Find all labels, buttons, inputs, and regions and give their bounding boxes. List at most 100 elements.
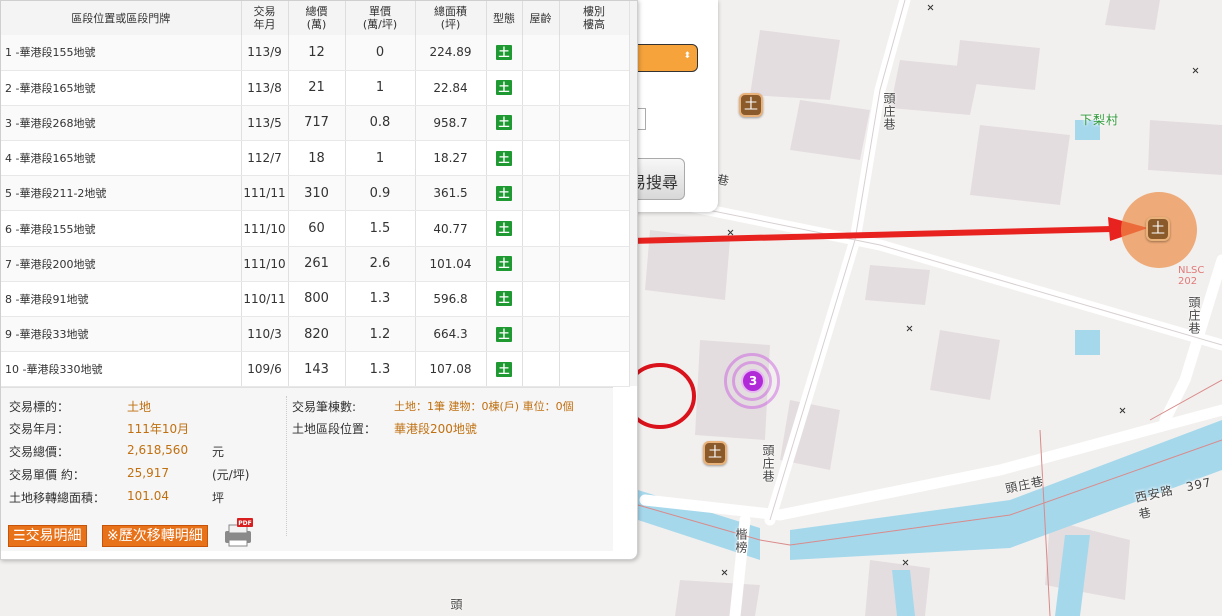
cell-date: 110/11 — [241, 281, 289, 318]
header-date[interactable]: 交易 年月 — [241, 1, 289, 35]
transaction-detail: 交易標的： 土地 交易年月： 111年10月 交易總價： 2,618,560 元… — [1, 387, 613, 551]
table-row[interactable]: 8 -華港段91地號 110/11 800 1.3 596.8 土 — [1, 281, 630, 318]
table-scrollbar[interactable] — [629, 1, 637, 386]
cell-address: 1 -華港段155地號 — [1, 35, 242, 71]
cell-type: 土 — [486, 105, 523, 142]
detail-target-label: 交易標的： — [9, 400, 70, 414]
pdf-label: PDF — [238, 520, 251, 527]
header-address[interactable]: 區段位置或區段門牌 — [1, 1, 242, 35]
land-type-icon: 土 — [496, 185, 512, 201]
table-row[interactable]: 5 -華港段211-2地號 111/11 310 0.9 361.5 土 — [1, 175, 630, 212]
header-floor[interactable]: 樓別 樓高 — [559, 1, 630, 35]
cell-age — [522, 210, 560, 247]
detail-count-label: 交易筆棟數: — [292, 400, 357, 414]
cell-type: 土 — [486, 351, 523, 388]
land-type-icon: 土 — [496, 150, 512, 166]
cell-unit-price: 0 — [345, 35, 416, 71]
table-row[interactable]: 2 -華港段165地號 113/8 21 1 22.84 土 — [1, 70, 630, 106]
printer-icon: PDF — [225, 518, 253, 547]
cell-date: 110/3 — [241, 316, 289, 353]
cell-floor — [559, 175, 630, 212]
cluster-count: 3 — [741, 369, 765, 393]
cell-age — [522, 70, 560, 106]
village-label: 下梨村 — [1080, 113, 1120, 127]
select-arrow-icon: ⬍ — [683, 51, 691, 61]
cell-floor — [559, 246, 630, 282]
detail-area-unit: 坪 — [212, 491, 225, 505]
cell-unit-price: 1 — [345, 140, 416, 177]
cell-address: 10 -華港段330地號 — [1, 351, 242, 388]
header-unit[interactable]: 單價 (萬/坪) — [345, 1, 416, 35]
detail-date-value: 111年10月 — [127, 422, 190, 436]
land-type-icon: 土 — [496, 361, 512, 377]
cell-total-price: 261 — [288, 246, 346, 282]
cell-unit-price: 1.3 — [345, 281, 416, 318]
detail-unit-label: 交易單價 約： — [9, 468, 85, 482]
cell-type: 土 — [486, 316, 523, 353]
cell-total-price: 18 — [288, 140, 346, 177]
cell-type: 土 — [486, 281, 523, 318]
cell-unit-price: 1.3 — [345, 351, 416, 388]
header-area[interactable]: 總面積 (坪) — [415, 1, 487, 35]
print-pdf-button[interactable]: PDF — [221, 518, 255, 548]
cell-date: 113/8 — [241, 70, 289, 106]
table-row[interactable]: 10 -華港段330地號 109/6 143 1.3 107.08 土 — [1, 351, 630, 388]
transaction-table: 區段位置或區段門牌 交易 年月 總價 (萬) 單價 (萬/坪) 總面積 (坪) 型態 屋齡樓… — [1, 1, 630, 388]
list-icon: ☰ — [13, 528, 26, 544]
cell-floor — [559, 316, 630, 353]
cell-total-price: 60 — [288, 210, 346, 247]
table-row-selected[interactable]: 7 -華港段200地號 111/10 261 2.6 101.04 土 — [1, 246, 630, 282]
transaction-detail-button[interactable]: ☰交易明細 — [8, 525, 87, 547]
table-row[interactable]: 1 -華港段155地號 113/9 12 0 224.89 土 — [1, 35, 630, 71]
cell-total-price: 310 — [288, 175, 346, 212]
cell-unit-price: 0.8 — [345, 105, 416, 142]
transaction-detail-button-label: 交易明細 — [25, 528, 82, 544]
detail-total-value: 2,618,560 — [127, 443, 189, 457]
detail-area-value: 101.04 — [127, 489, 169, 503]
cell-floor — [559, 70, 630, 106]
table-row[interactable]: 4 -華港段165地號 112/7 18 1 18.27 土 — [1, 140, 630, 177]
cell-address: 7 -華港段200地號 — [1, 246, 242, 282]
table-header: 區段位置或區段門牌 交易 年月 總價 (萬) 單價 (萬/坪) 總面積 (坪) 型態 屋齡樓… — [1, 1, 630, 35]
land-marker-selected[interactable]: 土 — [1146, 217, 1170, 241]
header-age[interactable]: 屋齡 — [522, 1, 560, 35]
road-label-tou: 頭 — [449, 598, 463, 611]
cell-date: 113/9 — [241, 35, 289, 71]
cell-total-price: 820 — [288, 316, 346, 353]
cell-area: 361.5 — [415, 175, 487, 212]
cell-address: 6 -華港段155地號 — [1, 210, 242, 247]
cell-date: 111/11 — [241, 175, 289, 212]
land-type-icon: 土 — [496, 326, 512, 342]
cell-address: 4 -華港段165地號 — [1, 140, 242, 177]
cell-area: 107.08 — [415, 351, 487, 388]
cell-date: 112/7 — [241, 140, 289, 177]
table-row[interactable]: 6 -華港段155地號 111/10 60 1.5 40.77 土 — [1, 210, 630, 247]
cell-area: 18.27 — [415, 140, 487, 177]
cell-floor — [559, 281, 630, 318]
land-type-icon: 土 — [496, 256, 512, 272]
cell-address: 2 -華港段165地號 — [1, 70, 242, 106]
cell-floor — [559, 210, 630, 247]
cell-area: 664.3 — [415, 316, 487, 353]
detail-date-label: 交易年月： — [9, 422, 70, 436]
cell-area: 40.77 — [415, 210, 487, 247]
land-marker[interactable]: 土 — [739, 93, 763, 117]
road-label-jie: 楷榜 — [734, 528, 748, 554]
land-type-icon: 土 — [496, 115, 512, 131]
detail-total-unit: 元 — [212, 445, 225, 459]
header-type[interactable]: 型態 — [486, 1, 523, 35]
cluster-marker[interactable]: 3 — [724, 353, 780, 409]
cell-type: 土 — [486, 246, 523, 282]
detail-unit-unit: (元/坪) — [212, 468, 250, 482]
detail-count-value: 土地：1筆 建物：0棟(戶) 車位：0個 — [394, 400, 574, 413]
transfer-history-button[interactable]: ※歷次移轉明細 — [102, 525, 208, 547]
table-row[interactable]: 3 -華港段268地號 113/5 717 0.8 958.7 土 — [1, 105, 630, 142]
table-row[interactable]: 9 -華港段33地號 110/3 820 1.2 664.3 土 — [1, 316, 630, 353]
land-type-icon: 土 — [496, 221, 512, 237]
land-marker[interactable]: 土 — [703, 441, 727, 465]
header-total[interactable]: 總價 (萬) — [288, 1, 346, 35]
cell-type: 土 — [486, 70, 523, 106]
cell-floor — [559, 351, 630, 388]
detail-location-value: 華港段200地號 — [394, 422, 477, 436]
cell-address: 8 -華港段91地號 — [1, 281, 242, 318]
